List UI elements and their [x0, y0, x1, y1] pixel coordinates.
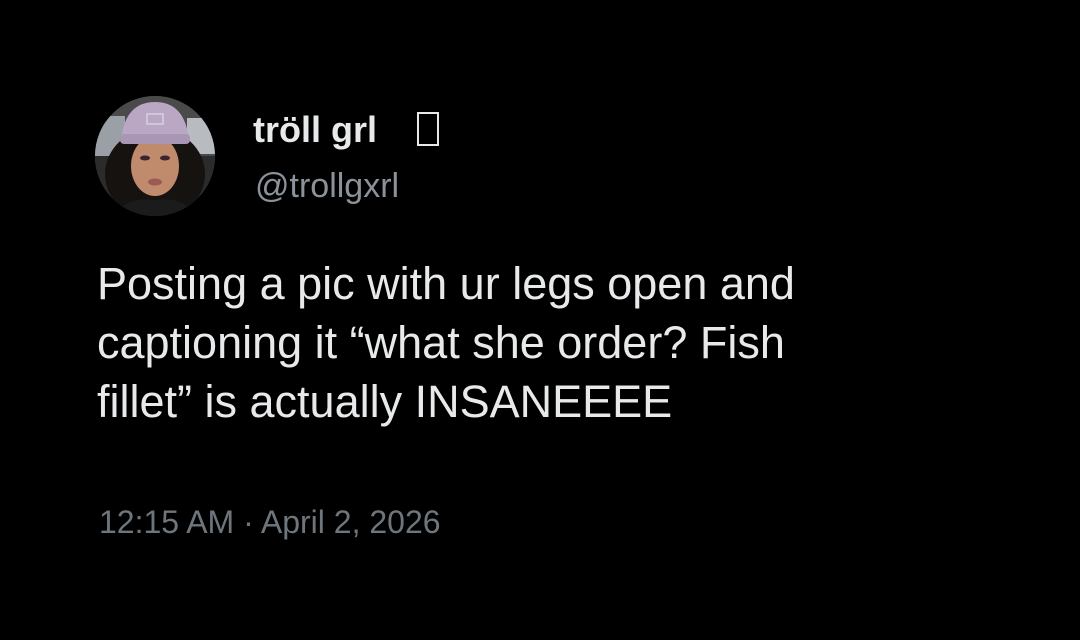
display-name[interactable]: tröll grl [253, 108, 377, 152]
tweet-text: Posting a pic with ur legs open and capt… [97, 254, 977, 431]
missing-glyph-box-icon [417, 112, 439, 146]
meta-separator: · [243, 504, 254, 540]
avatar-photo [95, 96, 215, 216]
tweet-text-line: fillet” is actually INSANEEEE [97, 376, 673, 427]
tweet-text-line: Posting a pic with ur legs open and [97, 258, 795, 309]
user-handle[interactable]: @trollgxrl [255, 165, 399, 207]
tweet-text-line: captioning it “what she order? Fish [97, 317, 785, 368]
tweet-card: tröll grl @trollgxrl Posting a pic with … [0, 0, 1080, 640]
tweet-date: April 2, 2026 [260, 504, 441, 540]
avatar[interactable] [95, 96, 215, 216]
tweet-time: 12:15 AM [99, 504, 235, 540]
tweet-timestamp[interactable]: 12:15 AM · April 2, 2026 [99, 502, 441, 542]
